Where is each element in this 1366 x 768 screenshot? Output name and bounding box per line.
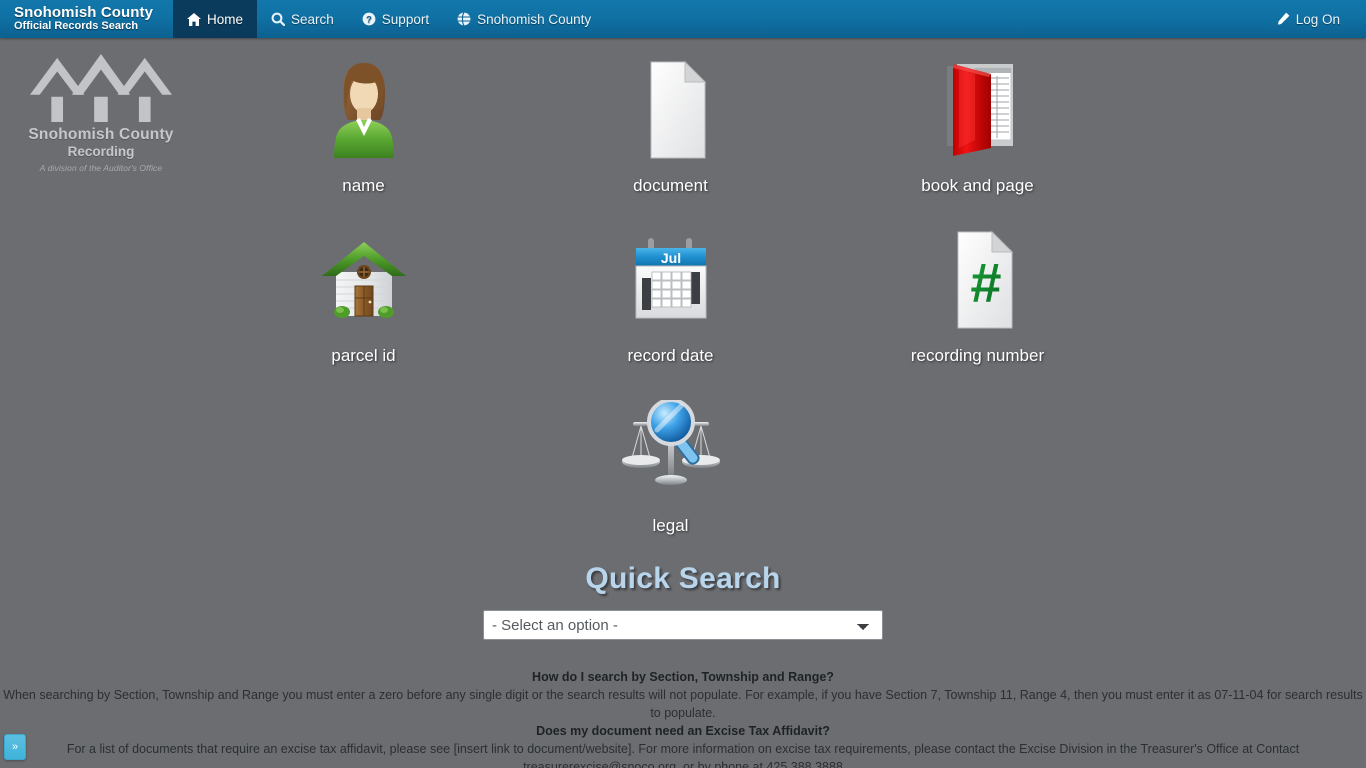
scales-magnifier-icon [615, 394, 727, 506]
logo-tagline: A division of the Auditor's Office [39, 163, 163, 173]
faq-question-2: Does my document need an Excise Tax Affi… [536, 724, 830, 738]
faq-block-excise-tax: Does my document need an Excise Tax Affi… [0, 722, 1366, 768]
tile-legal-label: legal [652, 516, 689, 535]
red-book-icon [922, 54, 1034, 166]
tile-recording-number[interactable]: # recording number [824, 214, 1131, 384]
tile-book-and-page-label: book and page [921, 176, 1034, 195]
faq-answer-1: When searching by Section, Township and … [3, 688, 1363, 720]
three-mountains-icon [29, 53, 173, 123]
logo-subtitle: Recording [67, 144, 135, 159]
tile-row-3: legal [210, 384, 1210, 554]
logo-name: Snohomish County [28, 126, 174, 143]
tile-document[interactable]: document [517, 44, 824, 214]
quick-search-select[interactable]: - Select an option - [483, 610, 883, 640]
brand-logo[interactable]: Snohomish County Official Records Search [0, 0, 173, 38]
home-icon [187, 12, 201, 26]
nav-item-support-label: Support [381, 11, 430, 27]
nav-items: Home Search ? Support Snohomish County [173, 0, 605, 38]
hash-document-icon: # [922, 224, 1034, 336]
quick-search-title: Quick Search [585, 562, 781, 595]
tile-book-and-page[interactable]: book and page [824, 44, 1131, 214]
tile-recording-number-label: recording number [910, 346, 1045, 365]
faq-question-1: How do I search by Section, Township and… [532, 670, 834, 684]
brand-subtitle: Official Records Search [14, 20, 139, 32]
tile-legal[interactable]: legal [517, 384, 824, 554]
globe-icon [457, 12, 471, 26]
question-circle-icon: ? [362, 12, 376, 26]
search-tiles-grid: name document book and page parcel id Ju… [210, 44, 1210, 554]
tile-name-label: name [342, 176, 385, 195]
faq-answer-2: For a list of documents that require an … [66, 742, 1300, 768]
chevron-right-double-icon: » [11, 741, 19, 753]
nav-item-snohomish-county[interactable]: Snohomish County [443, 0, 605, 38]
recording-logo: Snohomish County Recording A division of… [26, 52, 176, 173]
tile-name[interactable]: name [210, 44, 517, 214]
tile-record-date[interactable]: Jul record date [517, 214, 824, 384]
tile-row-2: parcel id Jul record date # recording nu… [210, 214, 1210, 384]
tile-document-label: document [633, 176, 708, 195]
quick-search-section: Quick Search - Select an option - [0, 562, 1366, 640]
nav-item-search[interactable]: Search [257, 0, 348, 38]
person-icon [308, 54, 420, 166]
document-page-icon [615, 54, 727, 166]
faq-block-section-township-range: How do I search by Section, Township and… [0, 668, 1366, 722]
nav-item-snohomish-county-label: Snohomish County [477, 11, 592, 27]
sidebar-expand-toggle[interactable]: » [4, 734, 26, 760]
top-navbar: Snohomish County Official Records Search… [0, 0, 1366, 38]
svg-text:?: ? [366, 15, 372, 26]
tile-row-1: name document book and page [210, 44, 1210, 214]
faq-section: How do I search by Section, Township and… [0, 668, 1366, 768]
nav-item-support[interactable]: ? Support [348, 0, 443, 38]
logon-button[interactable]: Log On [1262, 0, 1354, 38]
navbar-right: Log On [1262, 0, 1366, 38]
nav-item-search-label: Search [291, 11, 334, 27]
house-icon [308, 224, 420, 336]
nav-item-home-label: Home [207, 11, 244, 27]
tile-record-date-label: record date [627, 346, 714, 365]
navbar-spacer [605, 0, 1262, 38]
logon-label: Log On [1295, 11, 1340, 27]
calendar-icon: Jul [615, 224, 727, 336]
brand-title: Snohomish County [14, 4, 154, 21]
tile-parcel-id[interactable]: parcel id [210, 214, 517, 384]
search-icon [271, 12, 286, 26]
calendar-month-label: Jul [660, 250, 680, 266]
svg-text:#: # [970, 251, 1001, 314]
nav-item-home[interactable]: Home [173, 0, 258, 38]
pencil-icon [1276, 12, 1290, 26]
tile-parcel-id-label: parcel id [331, 346, 396, 365]
